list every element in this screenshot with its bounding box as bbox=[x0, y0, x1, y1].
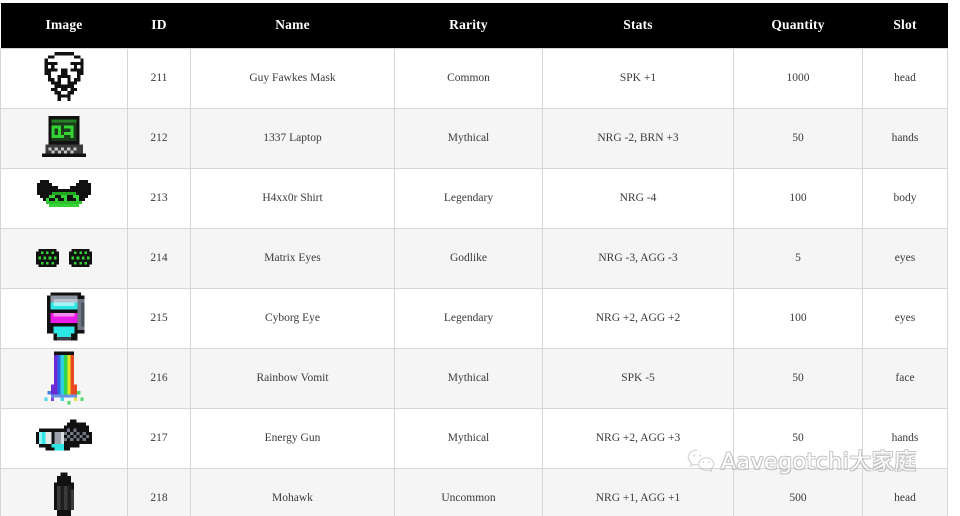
guy-fawkes-mask-icon bbox=[2, 49, 127, 107]
cell-quantity: 50 bbox=[733, 347, 863, 409]
table-row: 213 H4xx0r Shirt Legendary NRG -4 100 bo… bbox=[0, 167, 948, 229]
table-row: 216 Rainbow Vomit Mythical SPK -5 50 fac… bbox=[0, 347, 948, 409]
column-header-rarity: Rarity bbox=[394, 3, 543, 48]
cell-image bbox=[0, 287, 128, 349]
cell-name: Cyborg Eye bbox=[190, 287, 395, 349]
cell-name: H4xx0r Shirt bbox=[190, 167, 395, 229]
cyborg-eye-icon bbox=[2, 289, 127, 347]
cell-quantity: 50 bbox=[733, 407, 863, 469]
1337-laptop-icon bbox=[2, 109, 127, 167]
cell-slot: eyes bbox=[862, 227, 948, 289]
cell-quantity: 5 bbox=[733, 227, 863, 289]
table-header: Image ID Name Rarity Stats Quantity Slot bbox=[0, 3, 948, 48]
cell-id: 217 bbox=[127, 407, 191, 469]
cell-slot: hands bbox=[862, 407, 948, 469]
cell-quantity: 50 bbox=[733, 107, 863, 169]
table-row: 215 Cyborg Eye Legendary NRG +2, AGG +2 … bbox=[0, 287, 948, 349]
cell-rarity: Uncommon bbox=[394, 467, 543, 516]
cell-image bbox=[0, 107, 128, 169]
cell-image bbox=[0, 407, 128, 469]
table-row: 211 Guy Fawkes Mask Common SPK +1 1000 h… bbox=[0, 47, 948, 109]
cell-slot: head bbox=[862, 47, 948, 109]
wearables-table: Image ID Name Rarity Stats Quantity Slot bbox=[0, 3, 948, 516]
cell-image bbox=[0, 467, 128, 516]
table-row: 218 Mohawk Uncommon NRG +1, AGG +1 500 h… bbox=[0, 467, 948, 516]
cell-stats: NRG -3, AGG -3 bbox=[542, 227, 734, 289]
table-row: 212 1337 Laptop Mythical NRG -2, BRN +3 … bbox=[0, 107, 948, 169]
matrix-eyes-icon bbox=[2, 229, 127, 287]
cell-rarity: Mythical bbox=[394, 347, 543, 409]
column-header-id: ID bbox=[127, 3, 191, 48]
cell-rarity: Mythical bbox=[394, 407, 543, 469]
cell-quantity: 100 bbox=[733, 287, 863, 349]
cell-rarity: Common bbox=[394, 47, 543, 109]
cell-rarity: Godlike bbox=[394, 227, 543, 289]
cell-stats: NRG -2, BRN +3 bbox=[542, 107, 734, 169]
cell-id: 211 bbox=[127, 47, 191, 109]
cell-name: Energy Gun bbox=[190, 407, 395, 469]
cell-rarity: Mythical bbox=[394, 107, 543, 169]
cell-stats: NRG +2, AGG +3 bbox=[542, 407, 734, 469]
cell-stats: NRG +1, AGG +1 bbox=[542, 467, 734, 516]
column-header-name: Name bbox=[190, 3, 395, 48]
cell-slot: hands bbox=[862, 107, 948, 169]
cell-rarity: Legendary bbox=[394, 167, 543, 229]
cell-name: Guy Fawkes Mask bbox=[190, 47, 395, 109]
table-row: 217 Energy Gun Mythical NRG +2, AGG +3 5… bbox=[0, 407, 948, 469]
h4xx0r-shirt-icon bbox=[2, 169, 127, 227]
cell-name: Matrix Eyes bbox=[190, 227, 395, 289]
cell-slot: head bbox=[862, 467, 948, 516]
cell-image bbox=[0, 227, 128, 289]
table-header-row: Image ID Name Rarity Stats Quantity Slot bbox=[0, 3, 948, 48]
table-row: 214 Matrix Eyes Godlike NRG -3, AGG -3 5… bbox=[0, 227, 948, 289]
cell-stats: SPK +1 bbox=[542, 47, 734, 109]
column-header-slot: Slot bbox=[862, 3, 948, 48]
wearables-table-page: Image ID Name Rarity Stats Quantity Slot bbox=[0, 0, 960, 516]
cell-quantity: 100 bbox=[733, 167, 863, 229]
cell-id: 215 bbox=[127, 287, 191, 349]
table-body: 211 Guy Fawkes Mask Common SPK +1 1000 h… bbox=[0, 47, 948, 516]
cell-id: 213 bbox=[127, 167, 191, 229]
cell-id: 212 bbox=[127, 107, 191, 169]
cell-id: 214 bbox=[127, 227, 191, 289]
cell-slot: body bbox=[862, 167, 948, 229]
cell-image bbox=[0, 167, 128, 229]
mohawk-icon bbox=[2, 469, 127, 516]
cell-image bbox=[0, 347, 128, 409]
energy-gun-icon bbox=[2, 409, 127, 467]
cell-quantity: 500 bbox=[733, 467, 863, 516]
column-header-image: Image bbox=[0, 3, 128, 48]
cell-id: 218 bbox=[127, 467, 191, 516]
cell-quantity: 1000 bbox=[733, 47, 863, 109]
cell-stats: NRG -4 bbox=[542, 167, 734, 229]
cell-rarity: Legendary bbox=[394, 287, 543, 349]
rainbow-vomit-icon bbox=[2, 349, 127, 407]
cell-name: 1337 Laptop bbox=[190, 107, 395, 169]
cell-stats: SPK -5 bbox=[542, 347, 734, 409]
cell-image bbox=[0, 47, 128, 109]
column-header-quantity: Quantity bbox=[733, 3, 863, 48]
cell-slot: face bbox=[862, 347, 948, 409]
cell-name: Rainbow Vomit bbox=[190, 347, 395, 409]
column-header-stats: Stats bbox=[542, 3, 734, 48]
cell-name: Mohawk bbox=[190, 467, 395, 516]
cell-stats: NRG +2, AGG +2 bbox=[542, 287, 734, 349]
cell-id: 216 bbox=[127, 347, 191, 409]
cell-slot: eyes bbox=[862, 287, 948, 349]
